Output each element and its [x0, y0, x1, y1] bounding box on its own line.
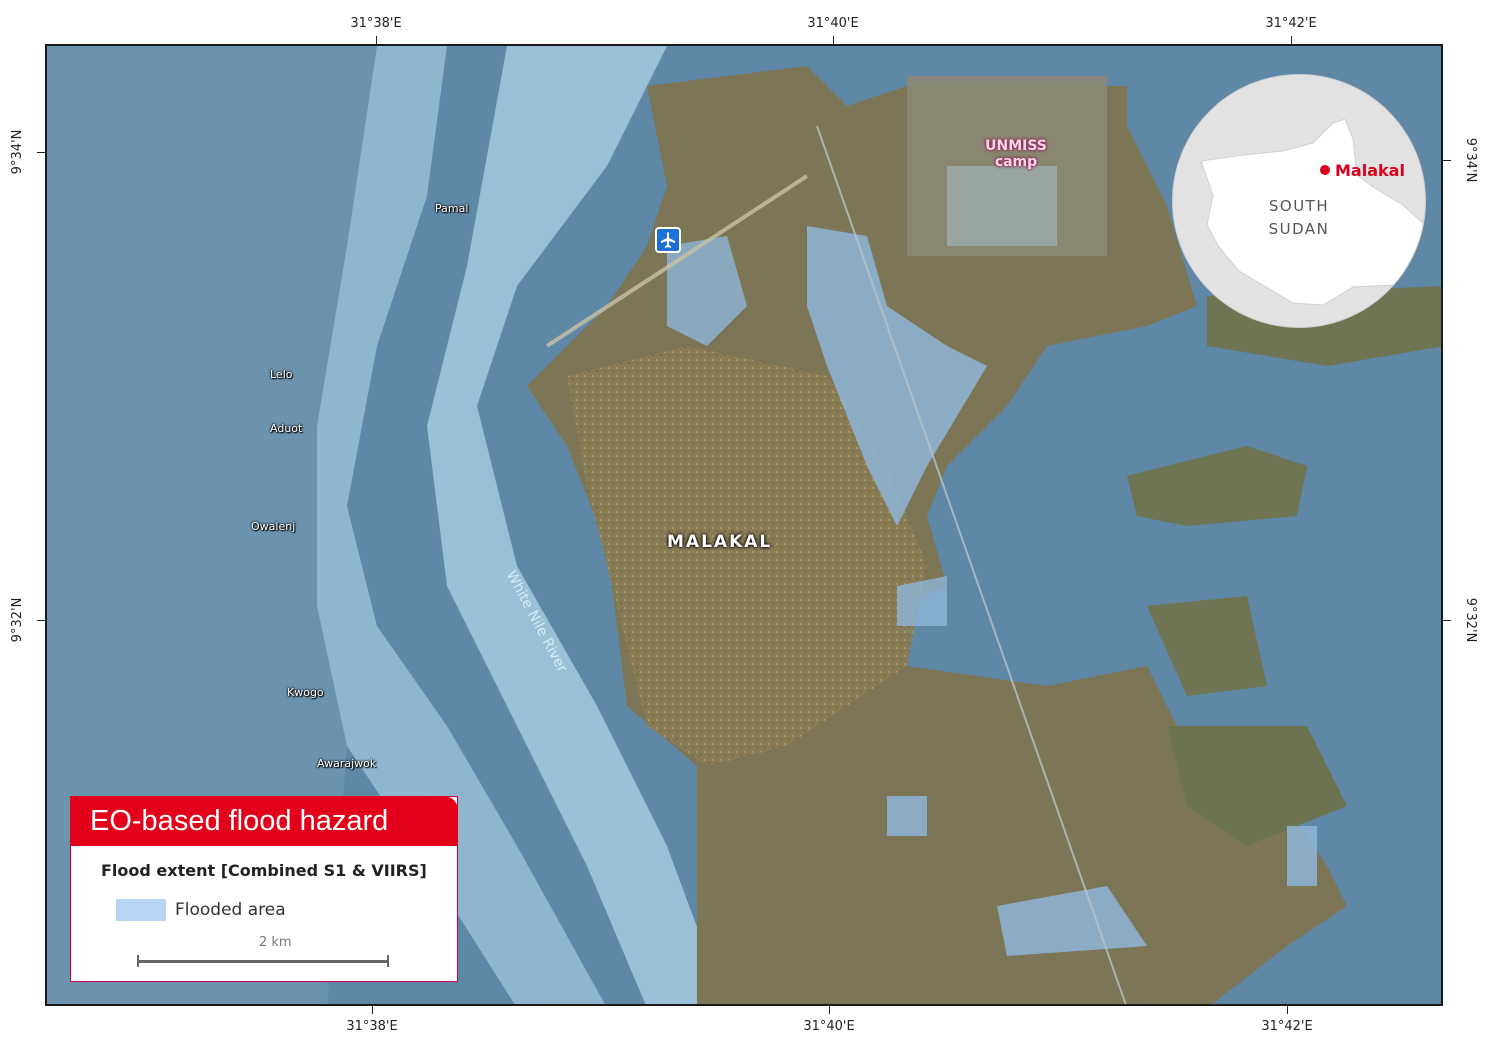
airplane-glyph: [661, 232, 675, 248]
graticule-tick: [1443, 160, 1451, 161]
latitude-label-left-1: 9°34'N: [10, 129, 25, 175]
camp-label-line1: UNMISS: [985, 138, 1047, 154]
graticule-tick: [376, 36, 377, 44]
latitude-label-right-2: 9°32'N: [1463, 597, 1478, 643]
camp-label: UNMISS camp: [981, 138, 1051, 170]
longitude-label-top-2: 31°40'E: [807, 16, 859, 31]
longitude-label-top-1: 31°38'E: [350, 16, 402, 31]
inset-country-line1: SOUTH: [1268, 197, 1330, 215]
place-label-pamal: Pamal: [435, 202, 469, 215]
longitude-label-bottom-3: 31°42'E: [1261, 1019, 1313, 1034]
graticule-tick: [37, 620, 45, 621]
locator-inset: Malakal SOUTH SUDAN: [1172, 74, 1426, 328]
scale-bar-end: [387, 955, 389, 967]
legend-panel: EO-based flood hazard Flood extent [Comb…: [70, 796, 458, 982]
legend-flood-swatch: [116, 899, 166, 921]
legend-subtitle: Flood extent [Combined S1 & VIIRS]: [101, 861, 427, 880]
inset-country-line2: SUDAN: [1268, 220, 1330, 238]
camp-label-line2: camp: [994, 154, 1038, 170]
latitude-label-left-2: 9°32'N: [10, 597, 25, 643]
flooded-area: [887, 796, 927, 836]
graticule-tick: [833, 36, 834, 44]
place-label-lelo: Lelo: [270, 368, 293, 381]
place-label-kwogo: Kwogo: [287, 686, 324, 699]
flooded-area: [1287, 826, 1317, 886]
graticule-tick: [1291, 36, 1292, 44]
place-label-awarajwok: Awarajwok: [317, 757, 377, 770]
latitude-label-right-1: 9°34'N: [1463, 137, 1478, 183]
inset-city-label: Malakal: [1335, 161, 1405, 180]
airplane-icon[interactable]: [655, 227, 681, 253]
graticule-tick: [1443, 620, 1451, 621]
graticule-tick: [37, 152, 45, 153]
longitude-label-bottom-1: 31°38'E: [346, 1019, 398, 1034]
place-label-aduot: Aduot: [270, 422, 303, 435]
scale-bar-end: [137, 955, 139, 967]
graticule-tick: [829, 1006, 830, 1014]
scale-bar-label: 2 km: [259, 935, 292, 950]
longitude-label-bottom-2: 31°40'E: [803, 1019, 855, 1034]
graticule-tick: [372, 1006, 373, 1014]
city-label-malakal: MALAKAL: [667, 532, 773, 552]
legend-flood-label: Flooded area: [175, 900, 286, 920]
scale-bar: [137, 960, 389, 963]
longitude-label-top-3: 31°42'E: [1265, 16, 1317, 31]
graticule-tick: [1287, 1006, 1288, 1014]
location-dot-icon: [1320, 165, 1330, 175]
legend-title: EO-based flood hazard: [70, 796, 458, 846]
place-label-owalenj: Owalenj: [251, 520, 296, 533]
camp-area: [947, 166, 1057, 246]
